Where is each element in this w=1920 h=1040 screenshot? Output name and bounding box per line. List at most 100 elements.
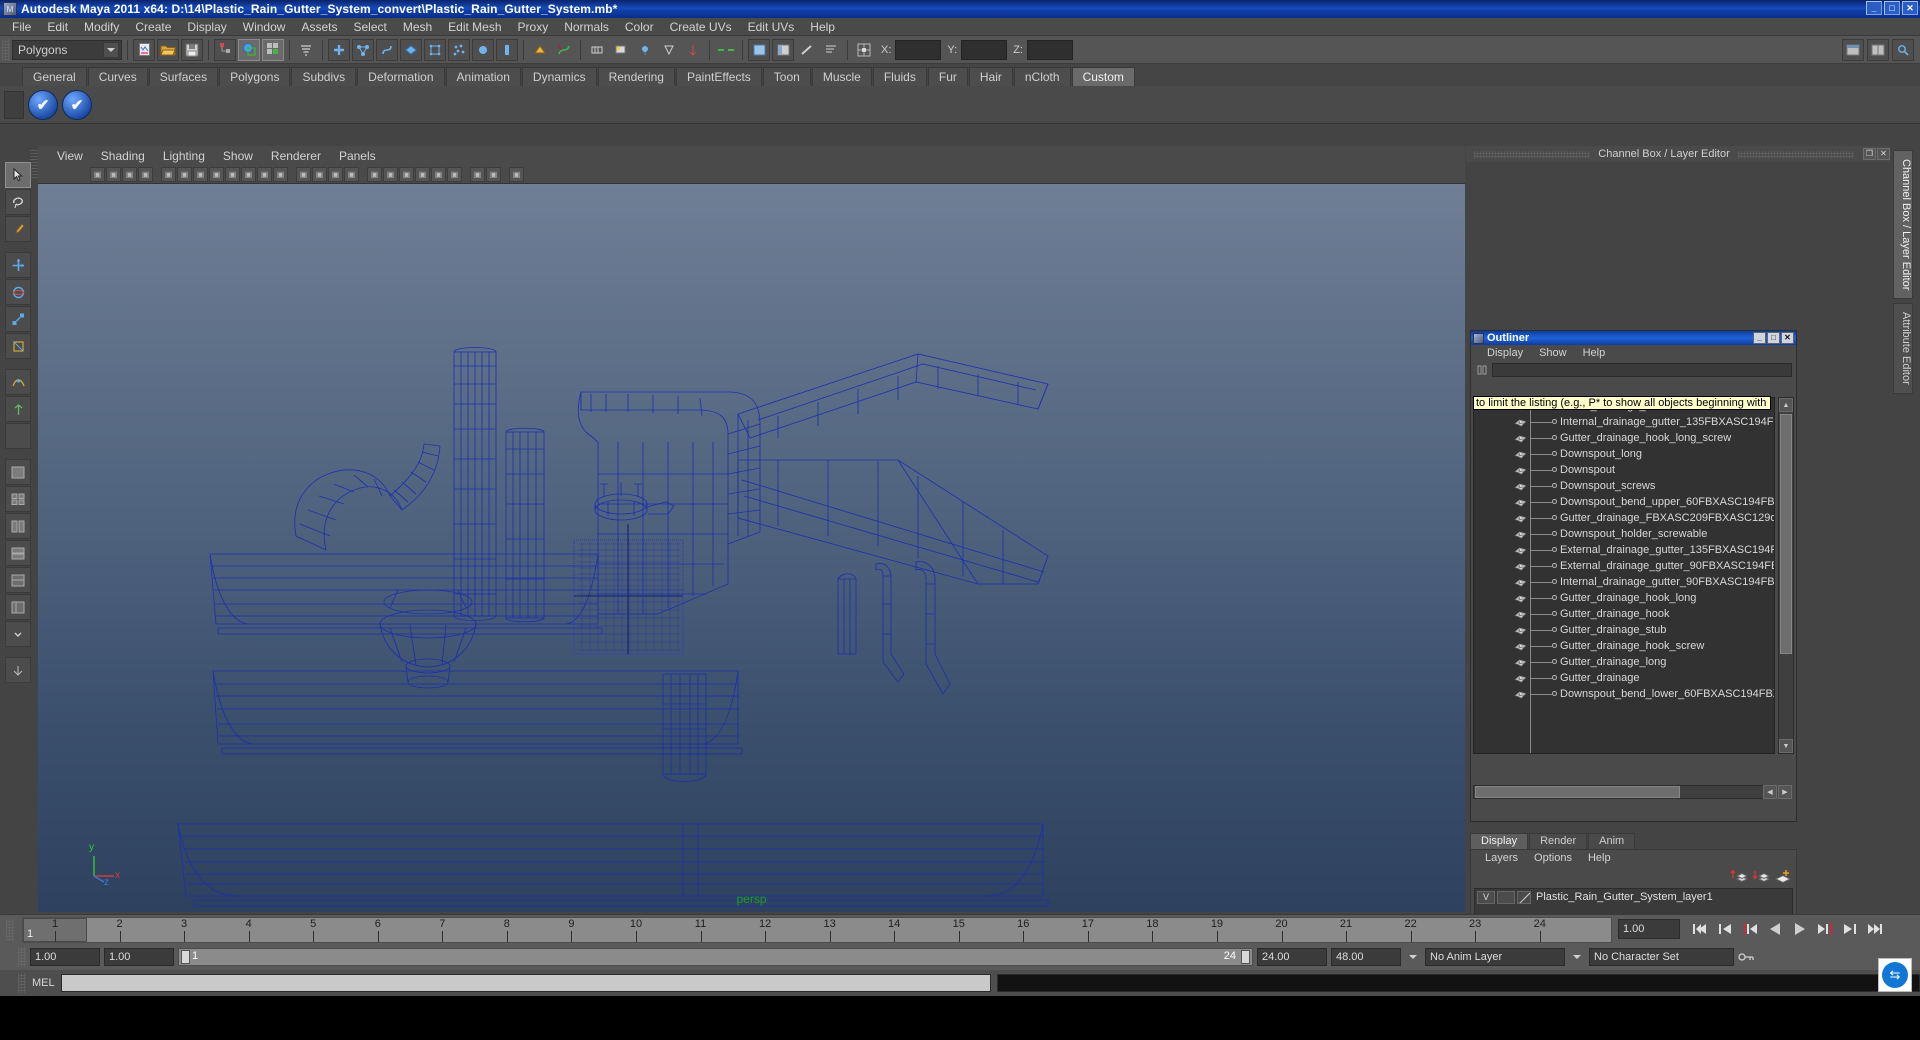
outliner-item[interactable]: External_drainage_gutter_90FBXASC194FBX	[1474, 558, 1774, 574]
all-lights-icon[interactable]: ▣	[431, 167, 446, 182]
outliner-item[interactable]: Downspout_screws	[1474, 478, 1774, 494]
shelf-tab-general[interactable]: General	[22, 67, 87, 86]
safe-title-icon[interactable]: ▣	[273, 167, 288, 182]
bookmark-icon[interactable]: ▣	[122, 167, 137, 182]
two-d-pan-zoom-icon[interactable]: ▣	[161, 167, 176, 182]
menu-item-mesh[interactable]: Mesh	[395, 19, 440, 35]
component-mask-icon[interactable]	[295, 39, 317, 61]
select-curves-button[interactable]	[376, 38, 398, 61]
shelf-tab-polygons[interactable]: Polygons	[219, 67, 291, 86]
outliner-item[interactable]: Internal_drainage_gutter_135FBXASC194FB	[1474, 414, 1774, 430]
outliner-item[interactable]: Gutter_drainage	[1474, 670, 1774, 686]
layer-tab-display[interactable]: Display	[1470, 833, 1529, 849]
restore-icon[interactable]: ❐	[1863, 148, 1876, 160]
xray-joints-icon[interactable]: ▣	[486, 167, 501, 182]
shelf-tab-subdivs[interactable]: Subdivs	[291, 67, 357, 86]
menu-item-color[interactable]: Color	[617, 19, 662, 35]
wireframe-on-shaded-icon[interactable]: ▣	[367, 167, 382, 182]
snap-to-curve-icon[interactable]	[553, 39, 575, 61]
image-plane-icon[interactable]: ▣	[138, 167, 153, 182]
soft-modification-tool[interactable]	[5, 369, 31, 395]
show-manipulator-tool[interactable]	[5, 396, 31, 422]
outliner-menu-display[interactable]: Display	[1479, 347, 1531, 359]
play-backwards-icon[interactable]	[1765, 919, 1785, 939]
minimize-button[interactable]: _	[1866, 1, 1882, 15]
chevron-down-icon[interactable]	[103, 41, 119, 58]
outliner-item[interactable]: Downspout_long	[1474, 446, 1774, 462]
snap-to-grid-icon[interactable]	[529, 39, 551, 61]
outliner-close-button[interactable]: ✕	[1781, 332, 1794, 344]
gate-mask-icon[interactable]: ▣	[225, 167, 240, 182]
shelf-tab-dynamics[interactable]: Dynamics	[521, 67, 597, 86]
key-icon[interactable]	[1738, 948, 1754, 966]
paint-selection-tool[interactable]	[5, 216, 31, 242]
select-camera-icon[interactable]: ▣	[90, 167, 105, 182]
select-deformations-button[interactable]	[424, 38, 446, 61]
layer-state-toggle[interactable]	[1497, 890, 1515, 904]
outliner-item[interactable]: Gutter_drainage_stub	[1474, 622, 1774, 638]
menu-item-proxy[interactable]: Proxy	[510, 19, 557, 35]
smooth-shade-all-icon[interactable]: ▣	[312, 167, 327, 182]
shelf-tab-curves[interactable]: Curves	[87, 67, 148, 86]
viewport-menu-show[interactable]: Show	[214, 148, 262, 164]
menu-item-edit-mesh[interactable]: Edit Mesh	[440, 19, 509, 35]
move-layer-up-icon[interactable]	[1730, 868, 1749, 884]
layout-four-pane[interactable]	[5, 486, 31, 512]
lights-icon[interactable]: ▣	[399, 167, 414, 182]
layout-persp-graph[interactable]	[5, 540, 31, 566]
menu-item-create-uvs[interactable]: Create UVs	[662, 19, 740, 35]
menu-item-edit[interactable]: Edit	[39, 19, 76, 35]
menu-item-select[interactable]: Select	[345, 19, 394, 35]
outliner-vertical-scrollbar[interactable]: ▲ ▼	[1778, 397, 1794, 754]
menu-item-help[interactable]: Help	[802, 19, 843, 35]
range-end-handle[interactable]	[1241, 950, 1250, 964]
y-coordinate-field[interactable]	[961, 39, 1008, 60]
play-forwards-icon[interactable]	[1790, 919, 1810, 939]
show-tool-settings-icon[interactable]	[796, 39, 818, 61]
check-blue-icon[interactable]: ✔	[62, 89, 92, 120]
animation-start-field[interactable]: 1.00	[30, 948, 100, 966]
shelf-tab-deformation[interactable]: Deformation	[357, 67, 445, 86]
outliner-item[interactable]: Internal_drainage_gutter_90FBXASC194FBX	[1474, 574, 1774, 590]
time-slider-grip[interactable]	[6, 919, 14, 941]
menu-item-edit-uvs[interactable]: Edit UVs	[740, 19, 803, 35]
last-tool-used[interactable]	[5, 423, 31, 449]
select-tool[interactable]	[5, 162, 31, 188]
range-slider-grip[interactable]	[18, 947, 26, 967]
outliner-horizontal-scrollbar[interactable]	[1473, 785, 1775, 799]
anim-layer-field[interactable]: No Anim Layer	[1425, 948, 1565, 966]
toggle-ui-elements-button[interactable]	[1842, 38, 1864, 61]
menu-set-selector[interactable]: Polygons	[12, 39, 122, 60]
select-handle-button[interactable]	[328, 38, 350, 61]
step-forward-keyframe-icon[interactable]	[1840, 919, 1860, 939]
shelf-tab-surfaces[interactable]: Surfaces	[148, 67, 219, 86]
show-channel-box-button[interactable]	[748, 38, 770, 61]
outliner-item[interactable]: Gutter_drainage_hook	[1474, 606, 1774, 622]
shelf-tab-animation[interactable]: Animation	[445, 67, 521, 86]
film-gate-icon[interactable]: ▣	[193, 167, 208, 182]
outliner-item[interactable]: Downspout_holder_screwable	[1474, 526, 1774, 542]
shelf-tab-fur[interactable]: Fur	[927, 67, 968, 86]
select-by-hierarchy-button[interactable]	[214, 38, 236, 61]
animation-end-field[interactable]: 48.00	[1331, 948, 1401, 966]
shelf-tab-fluids[interactable]: Fluids	[872, 67, 927, 86]
save-scene-button[interactable]	[181, 38, 203, 61]
move-layer-down-icon[interactable]	[1752, 868, 1771, 884]
range-start-handle[interactable]	[181, 950, 190, 964]
close-button[interactable]: ✕	[1902, 1, 1918, 15]
viewport-menu-renderer[interactable]: Renderer	[262, 148, 330, 164]
render-settings-icon[interactable]	[658, 39, 680, 61]
close-icon[interactable]: ✕	[1877, 148, 1890, 160]
safe-action-icon[interactable]: ▣	[257, 167, 272, 182]
outliner-maximize-button[interactable]: □	[1767, 332, 1780, 344]
outliner-item[interactable]: External_drainage_gutter_135FBXASC194FB	[1474, 542, 1774, 558]
shelf-tab-rendering[interactable]: Rendering	[597, 67, 675, 86]
select-by-object-type-button[interactable]	[238, 38, 260, 61]
shadows-icon[interactable]: ▣	[447, 167, 462, 182]
menu-item-window[interactable]: Window	[235, 19, 294, 35]
universal-manipulator-tool[interactable]	[5, 333, 31, 359]
outliner-menu-show[interactable]: Show	[1531, 347, 1575, 359]
step-back-keyframe-icon[interactable]	[1715, 919, 1735, 939]
command-line-grip[interactable]	[18, 973, 26, 993]
shelf-tab-muscle[interactable]: Muscle	[811, 67, 872, 86]
